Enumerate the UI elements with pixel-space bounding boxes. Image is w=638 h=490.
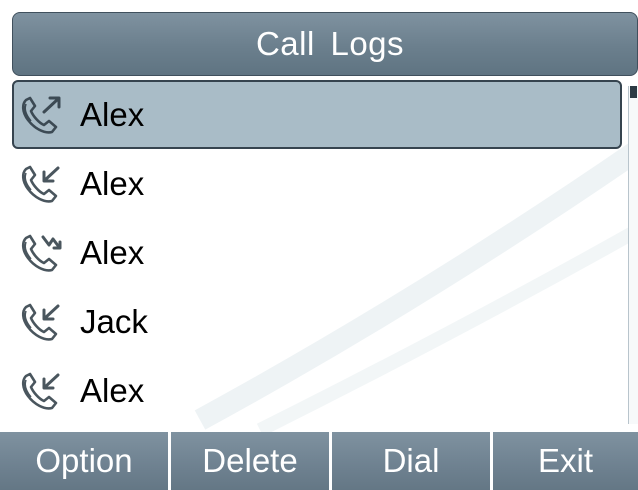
delete-softkey[interactable]: Delete	[171, 432, 329, 490]
missed-call-icon	[18, 230, 70, 276]
page-title: Call Logs	[255, 25, 405, 62]
incoming-call-icon	[18, 161, 70, 207]
contact-name: Alex	[80, 165, 145, 202]
call-log-item[interactable]: Alex	[12, 356, 622, 425]
softkey-bar: Option Delete Dial Exit	[0, 432, 638, 490]
title-bar: Call Logs	[12, 12, 638, 76]
dial-softkey[interactable]: Dial	[332, 432, 490, 490]
outgoing-call-icon	[18, 92, 70, 138]
call-log-item[interactable]: Alex	[12, 149, 622, 218]
call-log-item[interactable]: Alex	[12, 80, 622, 149]
incoming-call-icon	[18, 368, 70, 414]
scrollbar-thumb[interactable]	[630, 86, 637, 98]
exit-softkey[interactable]: Exit	[493, 432, 638, 490]
contact-name: Alex	[80, 234, 145, 271]
contact-name: Alex	[80, 96, 145, 133]
phone-screen: Call Logs Alex Alex Alex Jack Alex Optio…	[0, 0, 638, 490]
incoming-call-icon	[18, 299, 70, 345]
contact-name: Jack	[80, 303, 148, 340]
list-scrollbar[interactable]	[628, 86, 638, 424]
contact-name: Alex	[80, 372, 145, 409]
option-softkey[interactable]: Option	[0, 432, 168, 490]
call-log-list: Alex Alex Alex Jack Alex	[12, 80, 622, 428]
call-log-item[interactable]: Jack	[12, 287, 622, 356]
call-log-item[interactable]: Alex	[12, 218, 622, 287]
